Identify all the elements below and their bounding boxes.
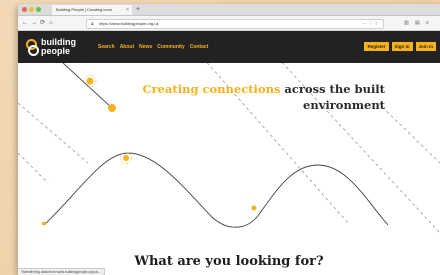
logo-mark-icon-lower [28, 45, 39, 56]
status-bar: Transferring data from www.buildingpeopl… [18, 268, 106, 275]
main-nav: Search About News Community Contact [98, 31, 208, 63]
back-button[interactable]: ← [22, 16, 28, 30]
forward-button[interactable]: → [31, 16, 37, 30]
address-bar[interactable]: 🔒︎ https://www.buildingpeople.org.uk ···… [86, 19, 384, 29]
nav-contact[interactable]: Contact [190, 44, 209, 50]
url-text[interactable]: https://www.buildingpeople.org.uk [99, 20, 159, 28]
join-in-button[interactable]: Join In [415, 42, 436, 51]
wave-line [43, 152, 389, 228]
browser-window: Building People | Creating conn × + ← → … [18, 4, 440, 275]
hero-headline: Creating connections across the built en… [142, 81, 385, 113]
minimize-window-button[interactable] [29, 7, 34, 12]
node-dot [42, 222, 46, 225]
logo-text-line2: people [41, 46, 71, 56]
new-tab-button[interactable]: + [136, 4, 140, 15]
sign-in-button[interactable]: Sign In [391, 42, 413, 51]
node-dot [108, 104, 116, 112]
site-logo[interactable]: building people [26, 38, 86, 58]
tab-title: Building People | Creating conn [56, 7, 112, 12]
nav-news[interactable]: News [139, 44, 152, 50]
tab-close-icon[interactable]: × [126, 5, 129, 15]
headline-part2: environment [303, 98, 385, 112]
maximize-window-button[interactable] [36, 7, 41, 12]
dashed-line [18, 102, 89, 164]
reload-button[interactable]: ⟳ [40, 16, 45, 30]
auth-buttons: Register Sign In Join In [364, 42, 436, 51]
nav-search[interactable]: Search [98, 44, 115, 50]
lock-icon: 🔒︎ [91, 21, 94, 27]
nav-about[interactable]: About [120, 44, 134, 50]
hero-section: Creating connections across the built en… [18, 63, 440, 275]
node-dot [251, 205, 257, 211]
register-button[interactable]: Register [364, 42, 389, 51]
page-actions-icon[interactable]: ··· ♡ ☆ [362, 20, 379, 28]
sidebar-icon[interactable]: ▤ [415, 16, 420, 30]
library-icon[interactable]: ▥ [404, 16, 409, 30]
headline-accent: Creating connections [142, 82, 281, 96]
diagonal-line [62, 63, 113, 109]
site-header: building people Search About News Commun… [18, 31, 440, 63]
browser-toolbar: ← → ⟳ ⌂ 🔒︎ https://www.buildingpeople.or… [18, 16, 440, 31]
dashed-line [18, 152, 49, 184]
menu-icon[interactable]: ≡ [426, 16, 429, 30]
section-title: What are you looking for? [134, 254, 324, 269]
browser-tab[interactable]: Building People | Creating conn × [52, 5, 132, 15]
node-dot [123, 155, 129, 161]
headline-part1: across the built [280, 82, 385, 96]
close-window-button[interactable] [22, 7, 27, 12]
nav-community[interactable]: Community [157, 44, 185, 50]
dashed-line [377, 102, 440, 164]
home-button[interactable]: ⌂ [49, 16, 53, 30]
node-dot [86, 77, 94, 85]
tab-strip: Building People | Creating conn × + [18, 4, 440, 16]
